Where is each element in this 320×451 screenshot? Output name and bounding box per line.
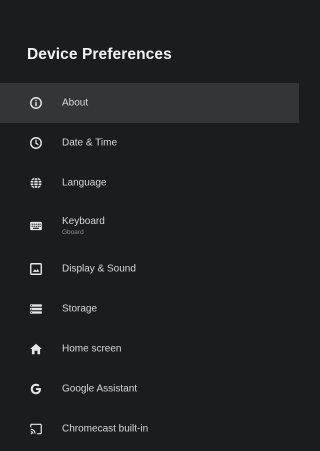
menu-item-label: About [62,97,89,109]
cast-icon [29,422,43,436]
globe-icon [29,176,43,190]
home-icon [29,342,43,356]
menu-item-about[interactable]: About [0,83,299,123]
settings-panel: Device Preferences About Date & Time Lan… [0,0,299,451]
menu-item-home-screen[interactable]: Home screen [0,329,299,369]
menu-item-language[interactable]: Language [0,163,299,203]
page-title: Device Preferences [27,46,172,63]
menu-item-date-time[interactable]: Date & Time [0,123,299,163]
menu-item-label: Date & Time [62,137,118,149]
menu-item-label: Keyboard [62,216,105,227]
menu-item-label: Home screen [62,343,122,355]
keyboard-icon [29,219,43,233]
storage-icon [29,302,43,316]
menu-item-google-assistant[interactable]: Google Assistant [0,369,299,409]
preferences-menu: About Date & Time Language Keyboard Gboa… [0,83,299,449]
google-g-icon [29,382,43,396]
menu-item-label: Display & Sound [62,263,136,275]
menu-item-keyboard[interactable]: Keyboard Gboard [0,203,299,249]
menu-item-label: Google Assistant [62,383,138,395]
display-icon [29,262,43,276]
menu-item-label: Storage [62,303,98,315]
clock-icon [29,136,43,150]
menu-item-sublabel: Gboard [62,229,84,236]
menu-item-storage[interactable]: Storage [0,289,299,329]
menu-item-display-sound[interactable]: Display & Sound [0,249,299,289]
menu-item-chromecast[interactable]: Chromecast built-in [0,409,299,449]
menu-item-label: Language [62,177,107,189]
info-icon [29,96,43,110]
menu-item-label: Chromecast built-in [62,423,149,435]
